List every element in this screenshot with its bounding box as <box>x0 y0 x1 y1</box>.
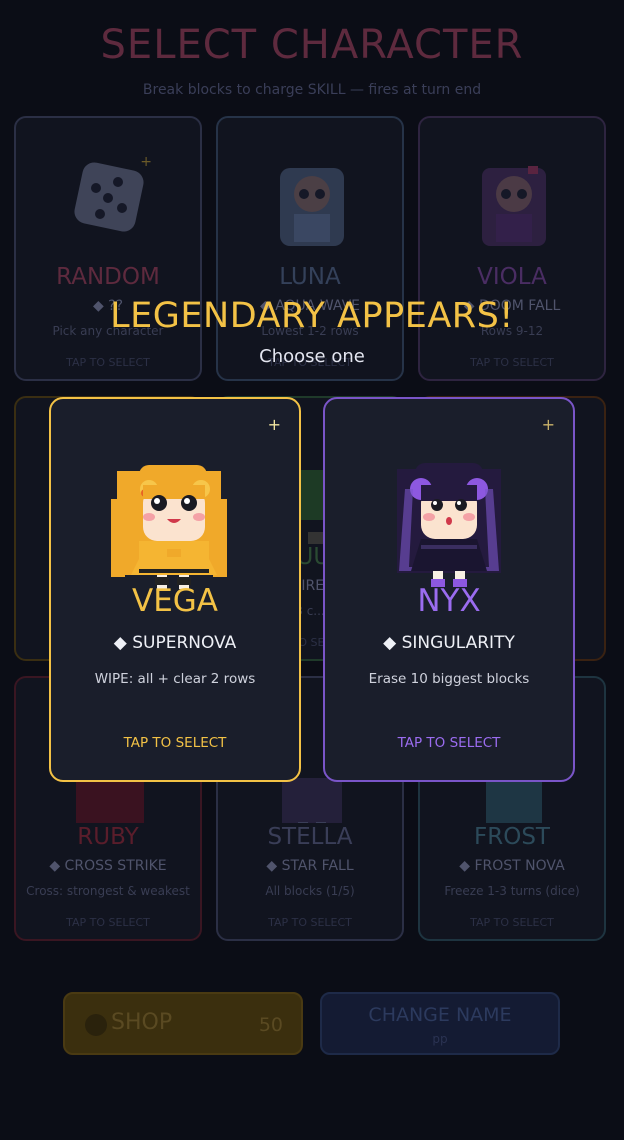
character-name: STELLA <box>267 824 353 850</box>
page-subtitle: Break blocks to charge SKILL — fires at … <box>142 82 482 98</box>
coin-count: 50 <box>258 1014 283 1036</box>
character-skill: ◆ STAR FALL <box>266 858 354 874</box>
character-name: VIOLA <box>477 264 547 290</box>
tap-to-select-label: TAP TO SELECT <box>66 916 150 929</box>
tap-to-select-label: TAP TO SELECT <box>397 735 501 751</box>
vega-portrait <box>109 459 237 589</box>
legendary-card-vega[interactable]: + VEGA ◆ SUPERNOVA WIPE: all + clear 2 r… <box>49 397 301 782</box>
character-skill: ◆ FROST NOVA <box>459 858 565 874</box>
legendary-skill: ◆ SINGULARITY <box>383 633 515 653</box>
legendary-name: VEGA <box>131 583 219 619</box>
character-desc: Cross: strongest & weakest <box>26 884 190 898</box>
tap-to-select-label: TAP TO SELECT <box>470 916 554 929</box>
viola-portrait <box>474 158 554 263</box>
legendary-name: NYX <box>417 583 481 619</box>
character-name: RANDOM <box>56 264 160 290</box>
sparkle-icon: + <box>140 154 152 170</box>
dice-icon <box>70 158 150 263</box>
legendary-card-nyx[interactable]: + NYX ◆ SINGULARITY Erase 10 biggest blo… <box>323 397 575 782</box>
tap-to-select-label: TAP TO SELECT <box>268 916 352 929</box>
sparkle-icon: + <box>267 415 281 434</box>
coin-icon <box>85 1014 107 1036</box>
current-player-name: pp <box>432 1032 448 1046</box>
character-desc: Freeze 1-3 turns (dice) <box>444 884 580 898</box>
legendary-subtitle: Choose one <box>259 346 365 367</box>
legendary-title: LEGENDARY APPEARS! <box>110 296 514 336</box>
sparkle-icon: + <box>541 415 555 434</box>
character-card-viola[interactable]: VIOLA ◆ DOOM FALL Rows 9-12 TAP TO SELEC… <box>418 116 606 381</box>
shop-button[interactable]: SHOP 50 <box>63 992 303 1055</box>
shop-label: SHOP <box>111 1010 173 1035</box>
character-name: RUBY <box>77 824 139 850</box>
legendary-desc: Erase 10 biggest blocks <box>368 671 530 687</box>
change-name-button[interactable]: CHANGE NAME pp <box>320 992 560 1055</box>
tap-to-select-label: TAP TO SELECT <box>123 735 227 751</box>
character-card-luna[interactable]: LUNA ◆ AQUA WAVE Lowest 1-2 rows TAP TO … <box>216 116 404 381</box>
nyx-portrait <box>385 459 513 589</box>
character-name: LUNA <box>279 264 341 290</box>
legendary-skill: ◆ SUPERNOVA <box>113 633 237 653</box>
character-desc: All blocks (1/5) <box>265 884 355 898</box>
character-name: FROST <box>474 824 550 850</box>
luna-portrait <box>272 158 352 263</box>
character-skill: ◆ CROSS STRIKE <box>49 858 167 874</box>
legendary-desc: WIPE: all + clear 2 rows <box>94 671 256 687</box>
change-name-label: CHANGE NAME <box>368 1004 512 1026</box>
page-title: SELECT CHARACTER <box>100 22 524 68</box>
character-card-random[interactable]: + RANDOM ◆ ?? Pick any character TAP TO … <box>14 116 202 381</box>
